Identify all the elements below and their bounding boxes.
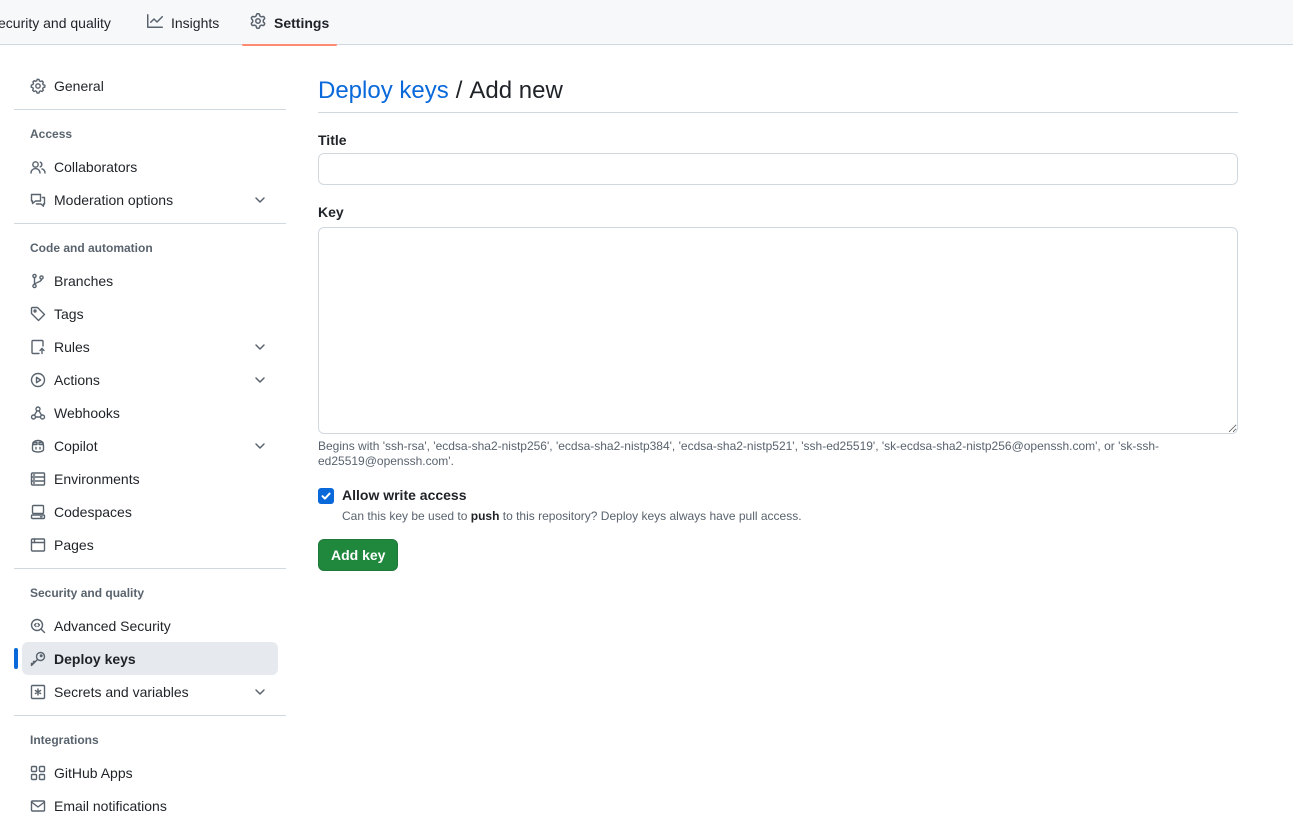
rules-icon — [30, 339, 46, 355]
chevron-down-icon[interactable] — [252, 372, 268, 388]
sidebar-item-label: Actions — [54, 371, 100, 388]
section-heading-integrations: Integrations — [30, 733, 99, 747]
sidebar-item-label: Copilot — [54, 437, 98, 454]
desc-suffix: to this repository? Deploy keys always h… — [499, 509, 802, 523]
key-textarea[interactable] — [318, 227, 1238, 434]
tag-icon — [30, 306, 46, 322]
breadcrumb-separator: / — [455, 76, 463, 104]
sidebar-item-label: Advanced Security — [54, 617, 171, 634]
title-label: Title — [318, 132, 347, 148]
sidebar-item-label: Secrets and variables — [54, 683, 189, 700]
divider — [14, 109, 286, 110]
desc-bold: push — [470, 509, 500, 523]
sidebar-item-copilot[interactable]: Copilot — [22, 429, 278, 462]
sidebar-item-label: Email notifications — [54, 797, 167, 814]
breadcrumb-current: Add new — [469, 76, 563, 104]
sidebar-item-pages[interactable]: Pages — [22, 528, 278, 561]
sidebar-item-label: Branches — [54, 272, 114, 289]
apps-icon — [30, 765, 46, 781]
allow-write-label[interactable]: Allow write access — [342, 487, 802, 503]
tab-settings[interactable]: Settings — [241, 0, 338, 46]
people-icon — [30, 159, 46, 175]
section-heading-security-and-quality: Security and quality — [30, 586, 145, 600]
divider — [14, 715, 286, 716]
sidebar-item-advanced-security[interactable]: Advanced Security — [22, 609, 278, 642]
sidebar-item-general[interactable]: General — [22, 69, 278, 102]
check-icon — [321, 492, 331, 500]
allow-write-description: Can this key be used to push to this rep… — [342, 509, 802, 523]
chevron-down-icon[interactable] — [252, 684, 268, 700]
sidebar-item-github-apps[interactable]: GitHub Apps — [22, 756, 278, 789]
sidebar-item-label: Collaborators — [54, 158, 138, 175]
tab-label: Settings — [274, 14, 330, 31]
sidebar-item-label: Rules — [54, 338, 90, 355]
sidebar-item-label: GitHub Apps — [54, 764, 133, 781]
key-label: Key — [318, 204, 344, 220]
codescan-icon — [30, 618, 46, 634]
chevron-down-icon[interactable] — [252, 339, 268, 355]
comment-icon — [30, 192, 46, 208]
sidebar-item-webhooks[interactable]: Webhooks — [22, 396, 278, 429]
sidebar-item-tags[interactable]: Tags — [22, 297, 278, 330]
codespaces-icon — [30, 504, 46, 520]
gear-icon — [250, 13, 266, 32]
sidebar-item-collaborators[interactable]: Collaborators — [22, 150, 278, 183]
divider — [14, 568, 286, 569]
allow-write-checkbox[interactable] — [318, 488, 334, 504]
sidebar-item-actions[interactable]: Actions — [22, 363, 278, 396]
mail-icon — [30, 798, 46, 814]
title-input[interactable] — [318, 153, 1238, 185]
allow-write-text: Allow write access Can this key be used … — [342, 487, 802, 523]
asterisk-icon — [30, 684, 46, 700]
tab-label: ecurity and quality — [0, 14, 111, 31]
sidebar-item-email-notifications[interactable]: Email notifications — [22, 789, 278, 822]
repo-tab-bar: ecurity and quality Insights Settings — [0, 0, 1293, 46]
sidebar-item-deploy-keys[interactable]: Deploy keys — [14, 642, 278, 675]
key-format-hint: Begins with 'ssh-rsa', 'ecdsa-sha2-nistp… — [318, 439, 1160, 468]
graph-icon — [147, 13, 164, 32]
sidebar-item-codespaces[interactable]: Codespaces — [22, 495, 278, 528]
sidebar-item-secrets-and-variables[interactable]: Secrets and variables — [22, 675, 278, 708]
sidebar-item-rules[interactable]: Rules — [22, 330, 278, 363]
browser-icon — [30, 537, 46, 553]
page-title: Deploy keys / Add new — [318, 69, 1238, 113]
desc-prefix: Can this key be used to — [342, 509, 471, 523]
server-icon — [30, 471, 46, 487]
section-heading-code-and-automation: Code and automation — [30, 241, 153, 255]
allow-write-row: Allow write access Can this key be used … — [318, 487, 1238, 523]
sidebar-item-environments[interactable]: Environments — [22, 462, 278, 495]
gear-icon — [30, 78, 46, 94]
sidebar-item-moderation-options[interactable]: Moderation options — [22, 183, 278, 216]
add-key-button[interactable]: Add key — [318, 539, 399, 571]
chevron-down-icon[interactable] — [252, 192, 268, 208]
section-heading-access: Access — [30, 127, 73, 141]
sidebar-item-label: Webhooks — [54, 404, 120, 421]
copilot-icon — [30, 438, 46, 454]
settings-sidebar: General Access Collaborators Moderation … — [14, 69, 286, 822]
key-icon — [30, 651, 46, 667]
divider — [14, 223, 286, 224]
sidebar-item-label: Environments — [54, 470, 140, 487]
breadcrumb-deploy-keys-link[interactable]: Deploy keys — [318, 77, 449, 105]
sidebar-item-label: Moderation options — [54, 191, 174, 208]
deploy-key-form: Deploy keys / Add new Title Key Begins w… — [318, 69, 1238, 571]
chevron-down-icon[interactable] — [252, 438, 268, 454]
tab-insights[interactable]: Insights — [147, 0, 219, 45]
play-icon — [30, 372, 46, 388]
sidebar-item-label: General — [54, 77, 104, 94]
sidebar-item-label: Deploy keys — [54, 650, 136, 667]
tab-label: Insights — [171, 14, 220, 31]
branch-icon — [30, 273, 46, 289]
sidebar-item-label: Tags — [54, 305, 84, 322]
tab-security-and-quality[interactable]: ecurity and quality — [0, 0, 111, 45]
webhook-icon — [30, 405, 46, 421]
sidebar-item-branches[interactable]: Branches — [22, 264, 278, 297]
sidebar-item-label: Codespaces — [54, 503, 132, 520]
sidebar-item-label: Pages — [54, 536, 94, 553]
